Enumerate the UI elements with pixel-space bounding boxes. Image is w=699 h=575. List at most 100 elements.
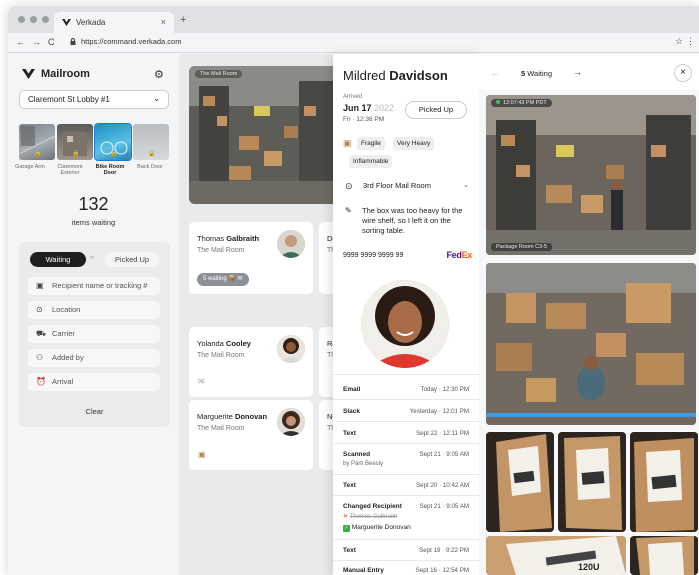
location-pin-icon: ⊙ [36,305,43,314]
divider [333,474,479,475]
camera-still [189,66,339,204]
label-photo-image [630,536,698,575]
camera-thumb-garage[interactable]: 🔒 [19,124,55,160]
detail-location-select[interactable]: ⊙ 3rd Floor Mail Room ⌄ [343,178,469,194]
camera-thumb-claremont[interactable]: 🔒 [57,124,93,160]
location-select[interactable]: Claremont St Lobby #1 ⌄ [19,90,169,109]
camera-label: Bike Room Door [95,164,125,177]
arrival-filter-label: Arrival [52,377,74,386]
divider [333,421,479,422]
package-label-photo[interactable]: 120U [486,536,626,575]
reload-button[interactable]: C [48,37,55,47]
settings-gear-icon[interactable]: ⚙ [154,68,164,81]
detail-location-value: 3rd Floor Mail Room [363,181,431,190]
divider [333,495,479,496]
recipient-name: Thomas Galbraith [197,234,259,243]
arrival-video-clip[interactable]: 12:07:43 PM PDT Package Room C3-5 [486,95,696,255]
history-label: Scanned [343,451,371,458]
carrier-filter[interactable]: ⛟ Carrier [28,325,160,343]
close-window-icon[interactable] [18,16,25,23]
package-label-photo[interactable] [630,432,698,532]
previous-arrow-icon[interactable]: ← [491,68,500,78]
package-list: The Mail Room Thomas Galbraith The Mail … [179,54,349,575]
camera-thumb-bike-room[interactable]: 🔒 [94,123,132,161]
recipient-photo [361,280,449,368]
arrived-date: Jun 17 2022 [343,103,394,113]
back-button[interactable]: ← [16,37,25,47]
status-toggle: Waiting ‹› Picked Up [30,252,161,267]
waiting-count-label: 5 waiting [203,276,227,282]
package-icon: ▣ [343,138,352,148]
recipient-first-name: Yolanda [197,339,226,348]
scan-video-clip[interactable] [486,263,696,425]
added-by-filter[interactable]: ⚇ Added by [28,349,160,367]
browser-window: Verkada × + ← → C https://command.verkad… [8,6,699,575]
mailroom-sidebar: Mailroom ⚙ Claremont St Lobby #1 ⌄ 🔒 🔒 🔒… [8,54,179,575]
old-recipient-name: Thomas Galbraith [349,514,398,520]
pencil-icon: ✎ [345,206,352,215]
camera-thumb-back-door[interactable]: 🔒 [133,124,169,160]
package-card[interactable]: Yolanda Cooley The Mail Room ✉ [189,327,313,397]
history-time: Sept 21 · 9:05 AM [419,451,469,458]
recipient-search-field[interactable]: ▣ Recipient name or tracking # [28,277,160,295]
bookmark-star-icon[interactable]: ☆ [675,36,683,47]
tag-inflammable: Inflammable [349,155,393,168]
waiting-count-pill[interactable]: 5 waiting 📦 ✉ [197,273,249,286]
detail-note: ✎ The box was too heavy for the wire she… [343,206,469,236]
history-time: Sept 19 · 9:22 PM [419,547,469,554]
verkada-logo-icon [62,19,71,26]
recipient-last-name: Donovan [234,412,268,421]
new-tab-button[interactable]: + [180,14,186,26]
users-icon: ⚇ [36,353,44,362]
label-photo-image [486,432,554,532]
history-row: Changed Recipient Sept 21 · 9:05 AM ✕ Tho… [343,503,469,541]
picked-up-button[interactable]: Picked Up [405,101,467,119]
package-card[interactable]: Marguerite Donovan The Mail Room ▣ [189,400,313,470]
url-text: https://command.verkada.com [81,37,182,46]
swap-arrows-icon: ‹› [90,255,94,261]
toggle-waiting[interactable]: Waiting [30,252,86,267]
mail-room-camera-feed[interactable]: The Mail Room [189,66,339,204]
history-label: Text [343,547,356,554]
label-photo-image [486,536,626,575]
video-frame [486,263,696,425]
avatar [277,335,305,363]
history-label: Changed Recipient [343,503,402,510]
history-time: Yesterday · 12:01 PM [409,408,469,415]
location-filter[interactable]: ⊙ Location [28,301,160,319]
lock-icon: 🔒 [72,151,80,157]
location-filter-label: Location [52,305,81,314]
avatar [277,230,305,258]
history-label: Manual Entry [343,567,384,574]
clear-button[interactable]: Clear [19,407,170,416]
label-photo-image [630,432,698,532]
history-label: Text [343,430,356,437]
browser-menu-icon[interactable]: ⋮ [686,36,695,47]
minimize-window-icon[interactable] [30,16,37,23]
history-row: Text Sept 19 · 9:22 PM [343,547,469,554]
history-row: Manual Entry Sept 16 · 12:54 PM [343,567,469,574]
toggle-picked-up[interactable]: Picked Up [104,252,160,267]
divider [333,539,479,540]
package-icon: 📦 [228,276,236,282]
history-row: Scanned Sept 21 · 9:05 AM by Pam Beesly [343,451,469,467]
arrival-filter[interactable]: ⏰ Arrival [28,373,160,391]
close-icon[interactable]: × [674,64,692,82]
forward-button[interactable]: → [32,37,41,47]
next-arrow-icon[interactable]: → [573,67,582,77]
recipient-photo-image [361,280,449,368]
remove-x-icon: ✕ [343,514,349,520]
package-card[interactable]: Thomas Galbraith The Mail Room 5 waiting… [189,222,313,294]
recipient-last-name: Galbraith [226,234,260,243]
alarm-clock-icon: ⏰ [36,377,46,386]
package-label-photo[interactable] [486,432,554,532]
tab-close-icon[interactable]: × [161,17,166,27]
url-field[interactable]: https://command.verkada.com [70,37,181,46]
package-label-photo[interactable] [630,536,698,575]
browser-tab[interactable]: Verkada × [54,12,174,33]
package-label-photo[interactable] [558,432,626,532]
maximize-window-icon[interactable] [42,16,49,23]
address-bar: ← → C https://command.verkada.com ☆ ⋮ [8,33,699,53]
history-row: Email Today · 12:30 PM [343,386,469,393]
recipient-search-placeholder: Recipient name or tracking # [52,281,148,290]
